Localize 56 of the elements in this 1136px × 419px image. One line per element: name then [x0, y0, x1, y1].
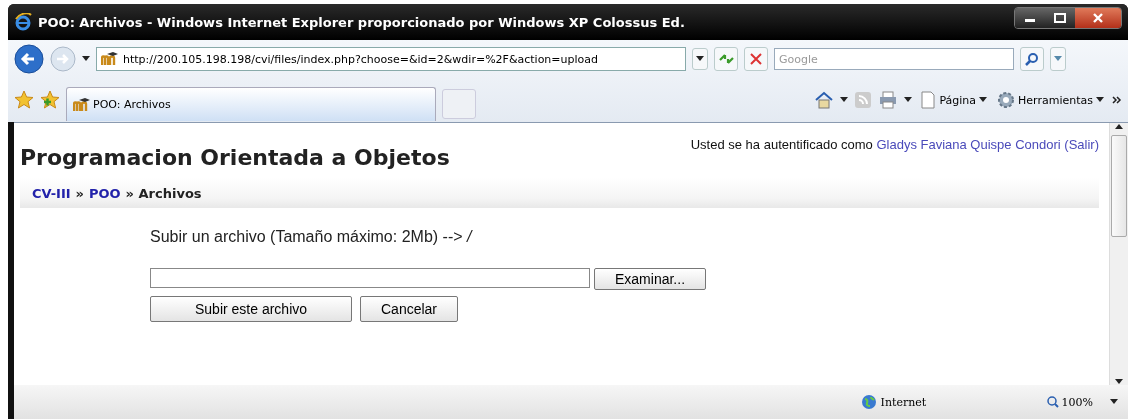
zoom-level[interactable]: 100% [1061, 395, 1093, 409]
star-icon[interactable] [14, 90, 34, 110]
back-button[interactable] [14, 44, 44, 74]
zoom-icon[interactable] [1046, 396, 1059, 408]
globe-icon [860, 394, 877, 410]
window-title: POO: Archivos - Windows Internet Explorer proporcionado por Windows XP Colossus Ed. [38, 14, 686, 30]
search-options-button[interactable] [1050, 47, 1066, 71]
close-icon [750, 53, 762, 65]
refresh-icon [718, 52, 734, 66]
tools-menu[interactable]: Herramientas [995, 89, 1106, 111]
dropdown-icon[interactable] [904, 97, 913, 103]
breadcrumb-separator: » [75, 185, 84, 201]
close-icon [1092, 13, 1104, 23]
breadcrumb-link[interactable]: POO [88, 185, 121, 201]
caret-icon [979, 97, 988, 103]
logout-link[interactable]: (Salir) [1064, 137, 1099, 152]
user-link[interactable]: Gladys Faviana Quispe Condori [876, 137, 1061, 152]
stop-button[interactable] [744, 47, 768, 71]
maximize-button[interactable] [1045, 8, 1075, 28]
page-menu[interactable]: Página [918, 89, 990, 111]
zone-text: Internet [880, 395, 927, 409]
scrollbar-thumb[interactable] [1111, 135, 1127, 237]
caret-icon [1096, 97, 1104, 103]
upload-label: Subir un archivo (Tamaño máximo: 2Mb) --> / [150, 228, 474, 246]
close-button[interactable] [1075, 8, 1121, 28]
browser-icon [14, 13, 32, 31]
chevron-icon[interactable] [1112, 95, 1122, 105]
breadcrumb-link[interactable]: CV-III [32, 185, 71, 201]
search-button[interactable] [1020, 47, 1044, 71]
dropdown-icon[interactable] [1110, 399, 1118, 405]
address-field[interactable]: http://200.105.198.198/cvi/files/index.php?choose=&id=2&wdir=%2F&action=upload [96, 47, 686, 71]
browse-button[interactable]: Examinar... [594, 268, 707, 290]
browser-tab[interactable]: POO: Archivos [66, 87, 436, 121]
cancel-button[interactable]: Cancelar [360, 296, 459, 322]
upload-button[interactable]: Subir este archivo [150, 296, 352, 322]
refresh-button[interactable] [714, 47, 738, 71]
course-title: Programacion Orientada a Objetos [20, 145, 450, 170]
search-field[interactable]: Google [774, 48, 1014, 70]
caret-icon [696, 56, 704, 62]
gear-icon [997, 91, 1016, 109]
minimize-button[interactable] [1015, 8, 1045, 28]
address-dropdown-button[interactable] [692, 48, 708, 70]
page-icon [920, 91, 937, 109]
logo-icon [73, 97, 91, 112]
logo-icon [101, 52, 119, 66]
caret-icon [1054, 56, 1062, 62]
dropdown-icon[interactable] [840, 97, 849, 103]
breadcrumb-current: » Archivos [125, 185, 202, 201]
home-icon[interactable] [814, 91, 835, 109]
search-icon [1025, 52, 1039, 66]
maximize-icon [1054, 13, 1066, 23]
add-favorite-icon[interactable] [40, 90, 60, 110]
dropdown-icon[interactable] [82, 56, 90, 62]
login-text: Usted se ha autentificado como [690, 137, 873, 152]
file-path-field[interactable] [150, 268, 590, 288]
printer-icon[interactable] [878, 91, 899, 109]
